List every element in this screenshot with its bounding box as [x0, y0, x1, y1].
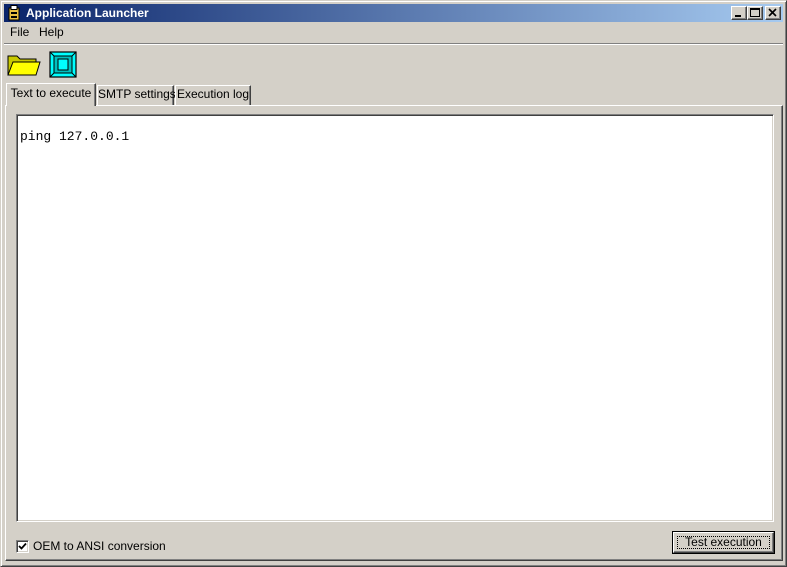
tab-smtp-settings[interactable]: SMTP settings [97, 85, 176, 105]
tab-panel-text-to-execute: OEM to ANSI conversion Test execution [5, 105, 783, 561]
menu-help[interactable]: Help [38, 25, 65, 40]
title-bar[interactable]: Application Launcher [4, 4, 783, 22]
tab-label: Text to execute [10, 86, 92, 100]
execute-window-icon [49, 51, 77, 78]
tab-label: SMTP settings [98, 87, 176, 101]
tab-text-to-execute[interactable]: Text to execute [6, 83, 96, 106]
tab-execution-log[interactable]: Execution log [175, 85, 251, 105]
app-icon[interactable] [7, 5, 21, 21]
maximize-icon [750, 8, 760, 17]
menu-file[interactable]: File [9, 25, 30, 40]
test-execution-label: Test execution [685, 535, 762, 549]
close-icon [768, 8, 777, 17]
application-window: Application Launcher File Help Text to e… [0, 0, 787, 567]
tab-label: Execution log [176, 87, 250, 101]
open-folder-icon [7, 55, 41, 76]
oem-to-ansi-label[interactable]: OEM to ANSI conversion [33, 538, 166, 554]
open-folder-button[interactable] [6, 48, 42, 80]
oem-to-ansi-checkbox[interactable] [16, 540, 29, 553]
checkmark-icon [18, 542, 27, 550]
minimize-button[interactable] [731, 6, 747, 20]
window-title: Application Launcher [26, 6, 149, 20]
minimize-icon [735, 15, 741, 17]
execute-window-button[interactable] [46, 48, 82, 80]
test-execution-button[interactable]: Test execution [672, 531, 775, 554]
tab-strip: Text to execute SMTP settings Execution … [4, 83, 783, 106]
menu-bar: File Help [4, 23, 783, 42]
menu-separator [4, 43, 783, 45]
close-button[interactable] [765, 6, 781, 20]
maximize-button[interactable] [747, 6, 763, 20]
command-text-area[interactable] [16, 114, 774, 522]
